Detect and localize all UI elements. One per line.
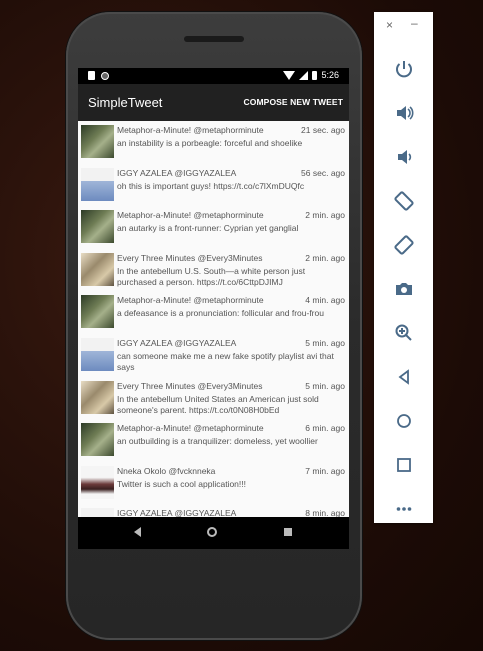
tweet-timestamp: 2 min. ago [305,252,345,263]
nav-bar [78,517,349,549]
tweet-user: IGGY AZALEA @IGGYAZALEA [117,508,237,517]
tweet-timestamp: 5 min. ago [305,338,345,348]
emulator-toolbar: × – [374,12,433,523]
zoom-icon[interactable] [391,320,417,346]
tweet-body: In the antebellum United States an Ameri… [117,393,319,415]
tweet-user: Metaphor-a-Minute! @metaphorminute [117,423,264,434]
speaker-grille [184,36,244,42]
tweet-body: an outbuilding is a tranquilizer: domele… [117,436,318,447]
tweet-list[interactable]: Metaphor-a-Minute! @metaphorminute 21 sec… [78,121,349,517]
avatar[interactable] [81,380,114,414]
wifi-icon [283,70,296,80]
app-title: SimpleTweet [88,95,163,110]
tweet-timestamp: 8 min. ago [305,508,345,517]
tweet-user: Every Three Minutes @Every3Minutes [117,252,263,263]
sync-icon [101,71,109,80]
camera-icon[interactable] [391,276,417,302]
overview-icon[interactable] [391,452,417,478]
tweet-row[interactable]: Metaphor-a-Minute! @metaphorminute 21 sec… [78,121,349,163]
tweet-body: an autarky is a front-runner: Cyprian ye… [117,223,299,234]
tweet-body: oh this is important guys! https://t.co/… [117,180,305,191]
nav-recents-icon[interactable] [284,528,292,536]
avatar[interactable] [81,338,114,371]
tweet-timestamp: 6 min. ago [305,423,345,434]
battery-icon [312,70,318,80]
tweet-row[interactable]: Metaphor-a-Minute! @metaphorminute 6 min.… [78,419,349,461]
tweet-timestamp: 4 min. ago [305,295,345,306]
tweet-body: a defeasance is a pronunciation: follicu… [117,308,324,319]
rotate-left-icon[interactable] [391,188,417,214]
avatar[interactable] [81,167,114,201]
tweet-row[interactable]: Metaphor-a-Minute! @metaphorminute 2 min.… [78,206,349,248]
sd-card-icon [88,71,95,80]
tweet-row[interactable]: IGGY AZALEA @IGGYAZALEA 5 min. ago can som… [78,334,349,376]
avatar[interactable] [81,465,114,499]
home-icon[interactable] [391,408,417,434]
tweet-user: IGGY AZALEA @IGGYAZALEA [117,167,237,178]
tweet-user: Metaphor-a-Minute! @metaphorminute [117,295,264,306]
avatar[interactable] [81,210,114,244]
app-bar: SimpleTweet COMPOSE NEW TWEET [78,84,349,121]
tweet-user: Nneka Okolo @fvcknneka [117,465,216,476]
more-icon[interactable] [391,496,417,522]
tweet-body: In the antebellum U.S. South—a white per… [117,265,306,287]
tweet-timestamp: 56 sec. ago [301,167,345,178]
volume-down-icon[interactable] [391,144,417,170]
avatar[interactable] [81,508,114,517]
rotate-right-icon[interactable] [391,232,417,258]
tweet-row[interactable]: Metaphor-a-Minute! @metaphorminute 4 min.… [78,291,349,333]
minimize-icon[interactable]: – [411,16,418,30]
tweet-timestamp: 2 min. ago [305,210,345,221]
tweet-row[interactable]: Every Three Minutes @Every3Minutes 2 min.… [78,249,349,291]
tweet-row[interactable]: IGGY AZALEA @IGGYAZALEA 56 sec. ago oh thi… [78,164,349,206]
tweet-user: Every Three Minutes @Every3Minutes [117,380,263,391]
nav-home-icon[interactable] [207,527,217,537]
tweet-timestamp: 7 min. ago [305,465,345,476]
close-icon[interactable]: × [386,18,393,32]
tweet-row[interactable]: Every Three Minutes @Every3Minutes 5 min.… [78,377,349,419]
avatar[interactable] [81,252,114,286]
avatar[interactable] [81,423,114,457]
tweet-timestamp: 5 min. ago [305,380,345,391]
status-time: 5:26 [321,70,339,80]
volume-up-icon[interactable] [391,100,417,126]
device-screen: 5:26 SimpleTweet COMPOSE NEW TWEET Metap… [78,68,349,549]
tweet-user: Metaphor-a-Minute! @metaphorminute [117,210,264,221]
nav-back-icon[interactable] [134,527,141,537]
tweet-timestamp: 21 sec. ago [301,125,345,135]
avatar[interactable] [81,125,114,158]
power-icon[interactable] [391,56,417,82]
avatar[interactable] [81,295,114,329]
tweet-body: an instability is a porbeagle: forceful … [117,138,303,148]
tweet-user: Metaphor-a-Minute! @metaphorminute [117,125,264,135]
tweet-row[interactable]: Nneka Okolo @fvcknneka 7 min. ago Twitter … [78,462,349,504]
status-bar: 5:26 [78,68,349,84]
compose-tweet-button[interactable]: COMPOSE NEW TWEET [244,97,343,107]
tweet-body: Twitter is such a cool application!!! [117,478,246,489]
signal-icon [299,70,309,80]
tweet-user: IGGY AZALEA @IGGYAZALEA [117,338,237,348]
back-icon[interactable] [391,364,417,390]
tweet-row[interactable]: IGGY AZALEA @IGGYAZALEA 8 min. ago [78,504,349,517]
tweet-body: can someone make me a new fake spotify p… [117,351,334,372]
